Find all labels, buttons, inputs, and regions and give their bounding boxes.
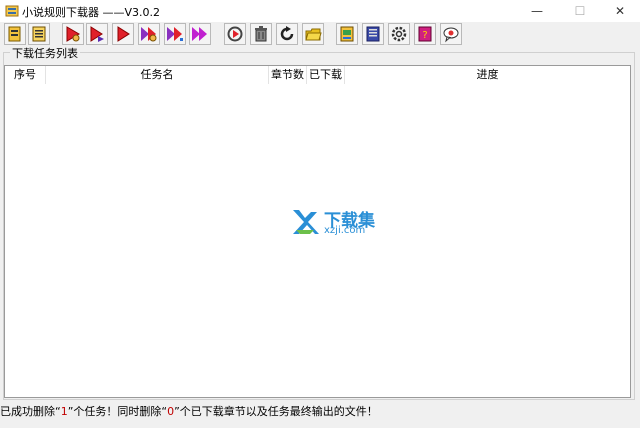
status-middle: ”个任务！同时删除“ bbox=[67, 405, 168, 418]
delete-button[interactable] bbox=[250, 23, 272, 45]
task-list-group-label: 下载任务列表 bbox=[10, 45, 80, 61]
settings-button[interactable] bbox=[388, 23, 410, 45]
start-all-fast-button[interactable] bbox=[164, 23, 186, 45]
window-title: 小说规则下载器 ——V3.0.2 bbox=[22, 6, 161, 19]
maximize-button[interactable]: ☐ bbox=[560, 0, 600, 22]
play-step-icon bbox=[90, 26, 104, 42]
book-list-button[interactable] bbox=[28, 23, 50, 45]
download-arrow-icon bbox=[293, 210, 319, 234]
play-icon bbox=[117, 26, 130, 42]
open-folder-button[interactable] bbox=[302, 23, 324, 45]
status-prefix: 已成功删除“ bbox=[0, 405, 61, 418]
folder-icon bbox=[305, 28, 322, 41]
about-button[interactable] bbox=[440, 23, 462, 45]
svg-text:?: ? bbox=[422, 30, 427, 41]
app-icon bbox=[5, 5, 19, 17]
help-book-icon: ? bbox=[418, 26, 432, 42]
refresh-icon bbox=[280, 26, 294, 41]
rules-button[interactable] bbox=[336, 23, 358, 45]
notebook-icon bbox=[366, 26, 380, 42]
double-play-icon bbox=[167, 27, 183, 41]
refresh-button[interactable] bbox=[276, 23, 298, 45]
status-suffix: ”个已下载章节以及任务最终输出的文件！ bbox=[174, 405, 378, 418]
start-next-button[interactable] bbox=[86, 23, 108, 45]
deleted-chapter-count: 0 bbox=[167, 405, 175, 418]
column-header-chapter-count[interactable]: 章节数 bbox=[269, 66, 307, 84]
title-bar: 小说规则下载器 ——V3.0.2 — ☐ ✕ bbox=[0, 0, 640, 22]
deleted-task-count: 1 bbox=[60, 405, 68, 418]
resume-all-button[interactable] bbox=[189, 23, 211, 45]
book-list-icon bbox=[32, 26, 46, 42]
watermark-domain: xzji.com bbox=[324, 225, 366, 236]
double-play-gear-icon bbox=[141, 27, 157, 42]
notes-button[interactable] bbox=[362, 23, 384, 45]
toolbar: ? bbox=[0, 22, 640, 48]
column-header-progress[interactable]: 进度 bbox=[345, 66, 630, 84]
help-button[interactable]: ? bbox=[414, 23, 436, 45]
replay-icon bbox=[227, 26, 243, 42]
column-header-downloaded[interactable]: 已下载 bbox=[307, 66, 345, 84]
rules-icon bbox=[340, 26, 354, 42]
add-task-button[interactable] bbox=[4, 23, 26, 45]
column-header-task-name[interactable]: 任务名 bbox=[46, 66, 269, 84]
gear-icon bbox=[391, 26, 407, 42]
add-book-icon bbox=[8, 26, 21, 42]
play-gear-icon bbox=[66, 26, 80, 42]
column-header-index[interactable]: 序号 bbox=[5, 66, 46, 84]
fast-forward-icon bbox=[192, 27, 207, 41]
minimize-button[interactable]: — bbox=[517, 0, 557, 22]
close-button[interactable]: ✕ bbox=[600, 0, 640, 22]
trash-icon bbox=[255, 26, 267, 42]
start-all-button[interactable] bbox=[138, 23, 160, 45]
restart-button[interactable] bbox=[224, 23, 246, 45]
status-bar: 已成功删除“1”个任务！同时删除“0”个已下载章节以及任务最终输出的文件！ bbox=[0, 404, 640, 428]
watermark: 下载集 xzji.com bbox=[290, 206, 390, 236]
start-button[interactable] bbox=[112, 23, 134, 45]
speech-bubble-icon bbox=[443, 27, 459, 43]
start-selected-button[interactable] bbox=[62, 23, 84, 45]
